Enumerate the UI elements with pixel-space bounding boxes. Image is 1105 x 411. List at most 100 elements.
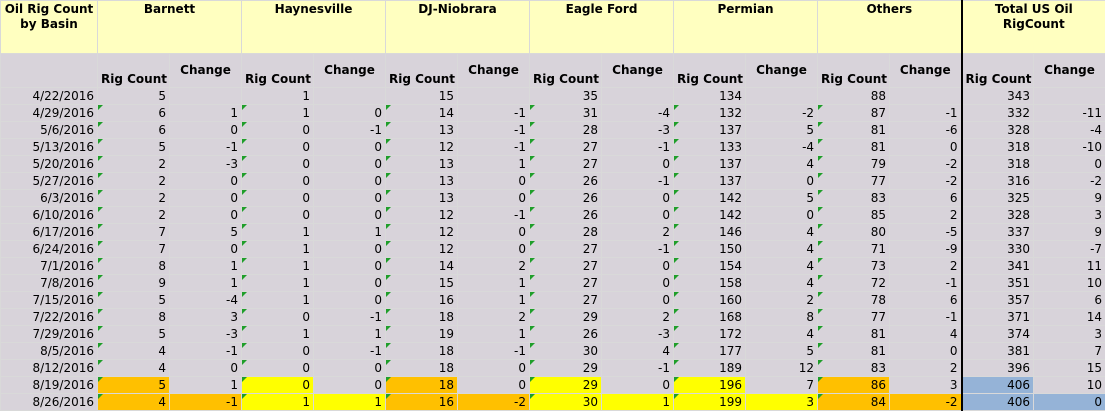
rig-count-subheader-permian: Rig Count	[674, 54, 746, 88]
change-cell-dj-niobrara: -1	[458, 122, 530, 139]
rig-count-cell-haynesville: 1	[242, 258, 314, 275]
change-cell-others: -1	[890, 275, 962, 292]
change-subheader-total: Change	[1034, 54, 1105, 88]
change-cell-eagle-ford: -4	[602, 105, 674, 122]
change-cell-eagle-ford: -1	[602, 139, 674, 156]
change-cell-barnett: -1	[170, 343, 242, 360]
change-cell-eagle-ford: 0	[602, 207, 674, 224]
date-cell: 5/20/2016	[1, 156, 98, 173]
change-cell-barnett: 5	[170, 224, 242, 241]
rig-count-cell-haynesville: 1	[242, 394, 314, 411]
change-cell-dj-niobrara: 1	[458, 326, 530, 343]
change-cell-total: 11	[1034, 258, 1105, 275]
change-cell-total: 0	[1034, 394, 1105, 411]
rig-count-cell-others: 78	[818, 292, 890, 309]
table-row: 4/22/201651153513488343	[1, 88, 1105, 105]
table-row: 6/17/20167511120282146480-53379	[1, 224, 1105, 241]
change-subheader-barnett: Change	[170, 54, 242, 88]
rig-count-cell-eagle-ford: 30	[530, 343, 602, 360]
table-row: 6/3/2016200013026014258363259	[1, 190, 1105, 207]
table-title: Oil Rig Count by Basin	[1, 1, 98, 54]
rig-count-cell-haynesville: 0	[242, 190, 314, 207]
change-cell-others: -1	[890, 105, 962, 122]
table-row: 5/13/20165-10012-127-1133-4810318-10	[1, 139, 1105, 156]
change-cell-haynesville: 0	[314, 360, 386, 377]
table-row: 4/29/2016611014-131-4132-287-1332-11	[1, 105, 1105, 122]
rig-count-table: Oil Rig Count by Basin Barnett Haynesvil…	[0, 0, 1105, 411]
change-cell-others: -2	[890, 394, 962, 411]
change-cell-haynesville: 0	[314, 139, 386, 156]
rig-count-subheader-others: Rig Count	[818, 54, 890, 88]
rig-count-cell-permian: 172	[674, 326, 746, 343]
rig-count-cell-permian: 154	[674, 258, 746, 275]
rig-count-subheader-total: Rig Count	[962, 54, 1034, 88]
date-cell: 7/8/2016	[1, 275, 98, 292]
rig-count-cell-total: 406	[962, 377, 1034, 394]
rig-count-cell-permian: 150	[674, 241, 746, 258]
table-row: 5/20/20162-300131270137479-23180	[1, 156, 1105, 173]
rig-count-cell-barnett: 5	[98, 326, 170, 343]
rig-count-cell-total: 406	[962, 394, 1034, 411]
change-cell-barnett: 1	[170, 275, 242, 292]
change-cell-haynesville: 0	[314, 377, 386, 394]
rig-count-cell-total: 330	[962, 241, 1034, 258]
rig-count-cell-permian: 142	[674, 207, 746, 224]
rig-count-cell-others: 87	[818, 105, 890, 122]
rig-count-cell-dj-niobrara: 12	[386, 207, 458, 224]
change-cell-others: 2	[890, 207, 962, 224]
rig-count-cell-permian: 189	[674, 360, 746, 377]
date-cell: 5/27/2016	[1, 173, 98, 190]
change-cell-permian	[746, 88, 818, 105]
rig-count-cell-haynesville: 1	[242, 241, 314, 258]
rig-count-cell-eagle-ford: 28	[530, 224, 602, 241]
rig-count-cell-haynesville: 1	[242, 292, 314, 309]
rig-count-cell-total: 318	[962, 139, 1034, 156]
change-cell-others: 6	[890, 292, 962, 309]
rig-count-cell-total: 337	[962, 224, 1034, 241]
rig-count-cell-barnett: 4	[98, 360, 170, 377]
change-cell-others: 6	[890, 190, 962, 207]
change-cell-haynesville: 0	[314, 105, 386, 122]
change-cell-permian: 5	[746, 343, 818, 360]
table-row: 5/27/2016200013026-1137077-2316-2	[1, 173, 1105, 190]
date-cell: 7/22/2016	[1, 309, 98, 326]
change-cell-eagle-ford: -1	[602, 241, 674, 258]
rig-count-cell-barnett: 7	[98, 224, 170, 241]
change-cell-others: 4	[890, 326, 962, 343]
rig-count-cell-barnett: 7	[98, 241, 170, 258]
rig-count-cell-barnett: 5	[98, 292, 170, 309]
change-cell-haynesville: 0	[314, 173, 386, 190]
rig-count-cell-eagle-ford: 29	[530, 309, 602, 326]
change-cell-permian: 5	[746, 122, 818, 139]
change-cell-dj-niobrara: 0	[458, 377, 530, 394]
rig-count-cell-eagle-ford: 29	[530, 360, 602, 377]
rig-count-cell-permian: 177	[674, 343, 746, 360]
change-cell-barnett: 1	[170, 377, 242, 394]
change-subheader-haynesville: Change	[314, 54, 386, 88]
rig-count-cell-eagle-ford: 26	[530, 326, 602, 343]
date-cell: 4/29/2016	[1, 105, 98, 122]
change-cell-eagle-ford: 0	[602, 258, 674, 275]
rig-count-cell-others: 81	[818, 139, 890, 156]
rig-count-cell-haynesville: 0	[242, 343, 314, 360]
rig-count-cell-eagle-ford: 26	[530, 173, 602, 190]
rig-count-cell-haynesville: 0	[242, 309, 314, 326]
rig-count-cell-total: 351	[962, 275, 1034, 292]
change-cell-others: -2	[890, 156, 962, 173]
table-row: 7/15/20165-41016127016027863576	[1, 292, 1105, 309]
basin-header-total: Total US Oil RigCount	[962, 1, 1105, 54]
change-cell-dj-niobrara: 0	[458, 173, 530, 190]
rig-count-cell-eagle-ford: 27	[530, 156, 602, 173]
change-cell-barnett	[170, 88, 242, 105]
change-cell-eagle-ford	[602, 88, 674, 105]
change-cell-haynesville: 0	[314, 258, 386, 275]
change-cell-permian: 4	[746, 258, 818, 275]
change-cell-eagle-ford: 0	[602, 190, 674, 207]
date-subheader	[1, 54, 98, 88]
change-cell-eagle-ford: 2	[602, 309, 674, 326]
change-cell-total: 3	[1034, 326, 1105, 343]
rig-count-cell-dj-niobrara: 13	[386, 156, 458, 173]
change-cell-total: 15	[1034, 360, 1105, 377]
table-row: 6/24/2016701012027-1150471-9330-7	[1, 241, 1105, 258]
change-cell-others: -9	[890, 241, 962, 258]
